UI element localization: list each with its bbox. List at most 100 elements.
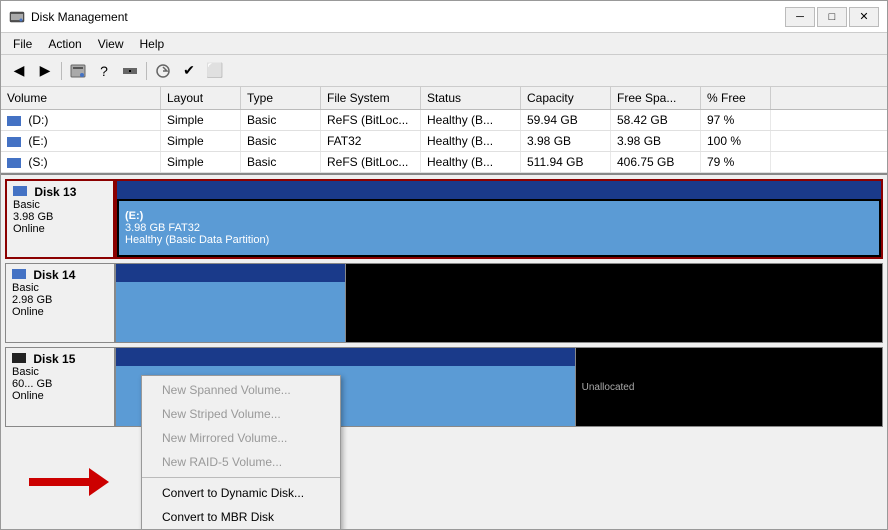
cell-pct-d: 97 % xyxy=(701,110,771,130)
disk14-part1[interactable] xyxy=(116,264,346,342)
drive-icon-d xyxy=(7,116,21,126)
disk-type-14: Basic xyxy=(12,282,108,294)
ctx-new-striped: New Striped Volume... xyxy=(142,402,340,426)
connect-button[interactable] xyxy=(118,59,142,83)
cell-status-s: Healthy (B... xyxy=(421,152,521,172)
cell-free-s: 406.75 GB xyxy=(611,152,701,172)
minimize-button[interactable]: ─ xyxy=(785,7,815,27)
cell-volume-s: (S:) xyxy=(1,152,161,172)
disk-type-15: Basic xyxy=(12,366,108,378)
disk-icon-15 xyxy=(12,353,26,363)
partition-e[interactable]: (E:) 3.98 GB FAT32 Healthy (Basic Data P… xyxy=(117,199,881,257)
menu-view[interactable]: View xyxy=(90,35,132,53)
check-button[interactable]: ✔ xyxy=(177,59,201,83)
col-header-layout: Layout xyxy=(161,87,241,109)
disk-status-13: Online xyxy=(13,223,107,235)
disk-name-15: Disk 15 xyxy=(12,352,108,366)
app-icon xyxy=(9,9,25,25)
menu-action[interactable]: Action xyxy=(40,35,89,53)
drive-icon-e xyxy=(7,137,21,147)
col-header-filesystem: File System xyxy=(321,87,421,109)
toolbar-sep-1 xyxy=(61,62,62,80)
disk-status-15: Online xyxy=(12,390,108,402)
disk-label-14: Disk 14 Basic 2.98 GB Online xyxy=(5,263,115,343)
disk-size-15: 60... GB xyxy=(12,378,108,390)
table-row[interactable]: (E:) Simple Basic FAT32 Healthy (B... 3.… xyxy=(1,131,887,152)
volume-table: Volume Layout Type File System Status Ca… xyxy=(1,87,887,175)
help-button[interactable]: ? xyxy=(92,59,116,83)
back-button[interactable]: ◀ xyxy=(7,59,31,83)
disk-icon-13 xyxy=(13,186,27,196)
cell-capacity-s: 511.94 GB xyxy=(521,152,611,172)
disk-partitions-14 xyxy=(115,263,883,343)
disk15-unallocated-label: Unallocated xyxy=(582,382,876,393)
cell-type-e: Basic xyxy=(241,131,321,151)
cell-layout-d: Simple xyxy=(161,110,241,130)
col-header-capacity: Capacity xyxy=(521,87,611,109)
disk-row-13: Disk 13 Basic 3.98 GB Online (E:) 3.98 G… xyxy=(5,179,883,259)
disk-partitions-13: (E:) 3.98 GB FAT32 Healthy (Basic Data P… xyxy=(115,179,883,259)
menu-file[interactable]: File xyxy=(5,35,40,53)
toolbar: ◀ ▶ ? ✔ ⬜ xyxy=(1,55,887,87)
cell-fs-e: FAT32 xyxy=(321,131,421,151)
table-header: Volume Layout Type File System Status Ca… xyxy=(1,87,887,110)
ctx-convert-mbr[interactable]: Convert to MBR Disk xyxy=(142,505,340,529)
cell-free-e: 3.98 GB xyxy=(611,131,701,151)
disk-size-14: 2.98 GB xyxy=(12,294,108,306)
main-window: Disk Management ─ □ ✕ File Action View H… xyxy=(0,0,888,530)
disk-name-13: Disk 13 xyxy=(13,185,107,199)
menu-bar: File Action View Help xyxy=(1,33,887,55)
cell-type-d: Basic xyxy=(241,110,321,130)
col-header-pctfree: % Free xyxy=(701,87,771,109)
close-button[interactable]: ✕ xyxy=(849,7,879,27)
cell-status-d: Healthy (B... xyxy=(421,110,521,130)
cell-fs-s: ReFS (BitLoc... xyxy=(321,152,421,172)
content-area: Volume Layout Type File System Status Ca… xyxy=(1,87,887,529)
cell-layout-e: Simple xyxy=(161,131,241,151)
cell-volume-d: (D:) xyxy=(1,110,161,130)
partition-e-detail1: 3.98 GB FAT32 xyxy=(125,222,873,234)
disk14-unallocated[interactable] xyxy=(346,264,882,342)
disk-status-14: Online xyxy=(12,306,108,318)
context-menu: New Spanned Volume... New Striped Volume… xyxy=(141,375,341,529)
disk-label-15: Disk 15 Basic 60... GB Online xyxy=(5,347,115,427)
window-title: Disk Management xyxy=(31,10,785,24)
rescan-button[interactable] xyxy=(151,59,175,83)
view-button[interactable]: ⬜ xyxy=(203,59,227,83)
arrow-head xyxy=(89,468,109,496)
ctx-convert-dynamic[interactable]: Convert to Dynamic Disk... xyxy=(142,481,340,505)
cell-free-d: 58.42 GB xyxy=(611,110,701,130)
partition-e-detail2: Healthy (Basic Data Partition) xyxy=(125,234,873,246)
cell-type-s: Basic xyxy=(241,152,321,172)
disk13-header-strip: (E:) 3.98 GB FAT32 Healthy (Basic Data P… xyxy=(117,181,881,257)
col-header-freespace: Free Spa... xyxy=(611,87,701,109)
table-row[interactable]: (S:) Simple Basic ReFS (BitLoc... Health… xyxy=(1,152,887,173)
table-row[interactable]: (D:) Simple Basic ReFS (BitLoc... Health… xyxy=(1,110,887,131)
forward-button[interactable]: ▶ xyxy=(33,59,57,83)
ctx-sep-1 xyxy=(142,477,340,478)
menu-help[interactable]: Help xyxy=(132,35,173,53)
ctx-new-mirrored: New Mirrored Volume... xyxy=(142,426,340,450)
disk15-unallocated[interactable]: Unallocated xyxy=(576,348,882,426)
disk-row-15: Disk 15 Basic 60... GB Online Unallocate… xyxy=(5,347,883,427)
cell-capacity-d: 59.94 GB xyxy=(521,110,611,130)
col-header-type: Type xyxy=(241,87,321,109)
toolbar-sep-2 xyxy=(146,62,147,80)
window-controls: ─ □ ✕ xyxy=(785,7,879,27)
disk-row-14: Disk 14 Basic 2.98 GB Online xyxy=(5,263,883,343)
ctx-new-spanned: New Spanned Volume... xyxy=(142,378,340,402)
partition-e-label: (E:) xyxy=(125,210,873,222)
arrow-shaft xyxy=(29,478,89,486)
col-header-status: Status xyxy=(421,87,521,109)
cell-fs-d: ReFS (BitLoc... xyxy=(321,110,421,130)
maximize-button[interactable]: □ xyxy=(817,7,847,27)
disk-type-13: Basic xyxy=(13,199,107,211)
disk-area: Disk 13 Basic 3.98 GB Online (E:) 3.98 G… xyxy=(1,175,887,529)
disk-icon-14 xyxy=(12,269,26,279)
disk-properties-button[interactable] xyxy=(66,59,90,83)
cell-pct-s: 79 % xyxy=(701,152,771,172)
title-bar: Disk Management ─ □ ✕ xyxy=(1,1,887,33)
arrow-indicator xyxy=(29,467,109,497)
cell-pct-e: 100 % xyxy=(701,131,771,151)
disk-label-13: Disk 13 Basic 3.98 GB Online xyxy=(5,179,115,259)
